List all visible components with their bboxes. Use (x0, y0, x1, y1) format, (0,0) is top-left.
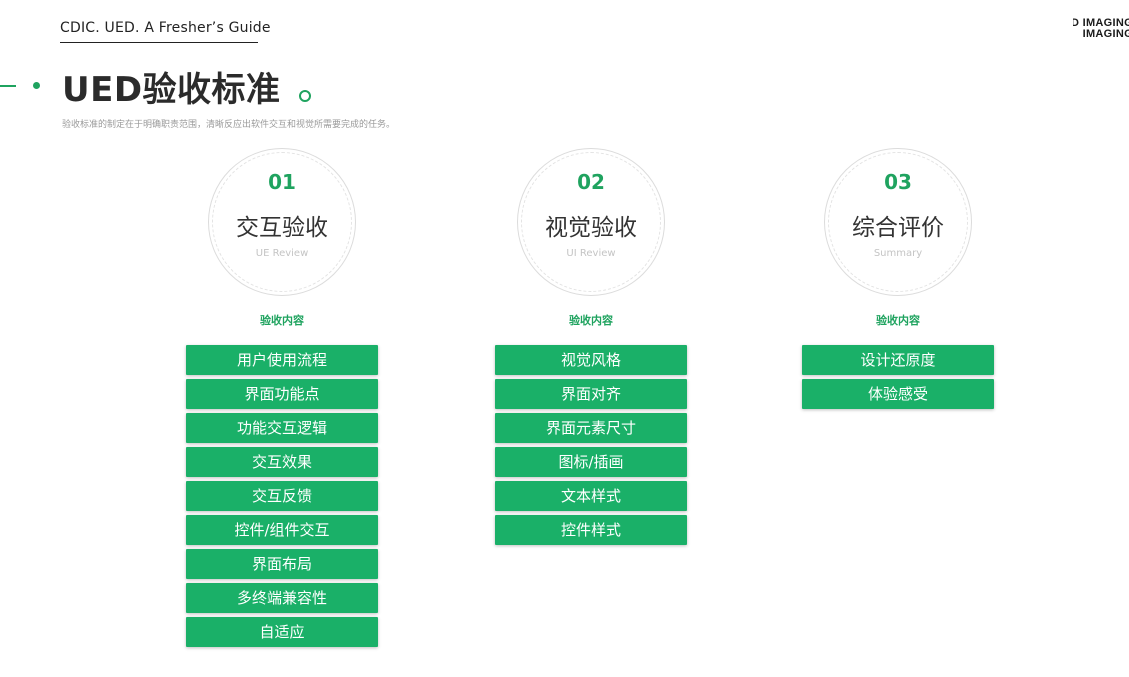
review-number: 01 (268, 170, 296, 194)
review-item[interactable]: 界面布局 (186, 549, 378, 579)
review-item[interactable]: 设计还原度 (802, 345, 994, 375)
logo-text-line-2: IMAGING (1082, 28, 1129, 40)
review-item[interactable]: 界面功能点 (186, 379, 378, 409)
review-item[interactable]: 界面对齐 (495, 379, 687, 409)
review-label: 交互验收 (236, 215, 328, 241)
review-item[interactable]: 文本样式 (495, 481, 687, 511)
title-ring-icon (299, 90, 311, 102)
item-list: 设计还原度 体验感受 (802, 345, 994, 413)
page-title: UED验收标准 (62, 70, 281, 110)
item-list: 用户使用流程 界面功能点 功能交互逻辑 交互效果 交互反馈 控件/组件交互 界面… (186, 345, 378, 651)
guide-title-underline (60, 42, 258, 43)
review-item[interactable]: 用户使用流程 (186, 345, 378, 375)
review-item[interactable]: 控件/组件交互 (186, 515, 378, 545)
section-label: 验收内容 (260, 314, 304, 327)
guide-title: CDIC. UED. A Fresher’s Guide (60, 20, 271, 36)
review-label: 综合评价 (852, 215, 944, 241)
review-item[interactable]: 多终端兼容性 (186, 583, 378, 613)
review-item[interactable]: 交互效果 (186, 447, 378, 477)
review-sub-label: Summary (873, 248, 923, 259)
united-imaging-logo: UNITED IMAGING IMAGING (1073, 17, 1129, 43)
review-item[interactable]: 图标/插画 (495, 447, 687, 477)
review-item[interactable]: 自适应 (186, 617, 378, 647)
review-item[interactable]: 视觉风格 (495, 345, 687, 375)
review-sub-label: UE Review (255, 248, 309, 259)
review-number: 03 (884, 170, 912, 194)
page-subtitle: 验收标准的制定在于明确职责范围，清晰反应出软件交互和视觉所需要完成的任务。 (62, 120, 396, 130)
item-list: 视觉风格 界面对齐 界面元素尺寸 图标/插画 文本样式 控件样式 (495, 345, 687, 549)
review-number: 02 (577, 170, 605, 194)
review-item[interactable]: 功能交互逻辑 (186, 413, 378, 443)
review-item[interactable]: 交互反馈 (186, 481, 378, 511)
review-item[interactable]: 界面元素尺寸 (495, 413, 687, 443)
review-label: 视觉验收 (545, 215, 637, 241)
review-sub-label: UI Review (566, 248, 616, 259)
section-label: 验收内容 (876, 314, 920, 327)
section-label: 验收内容 (569, 314, 613, 327)
heading-accent-line (0, 85, 16, 87)
review-item[interactable]: 体验感受 (802, 379, 994, 409)
heading-accent-dot (33, 82, 40, 89)
review-item[interactable]: 控件样式 (495, 515, 687, 545)
